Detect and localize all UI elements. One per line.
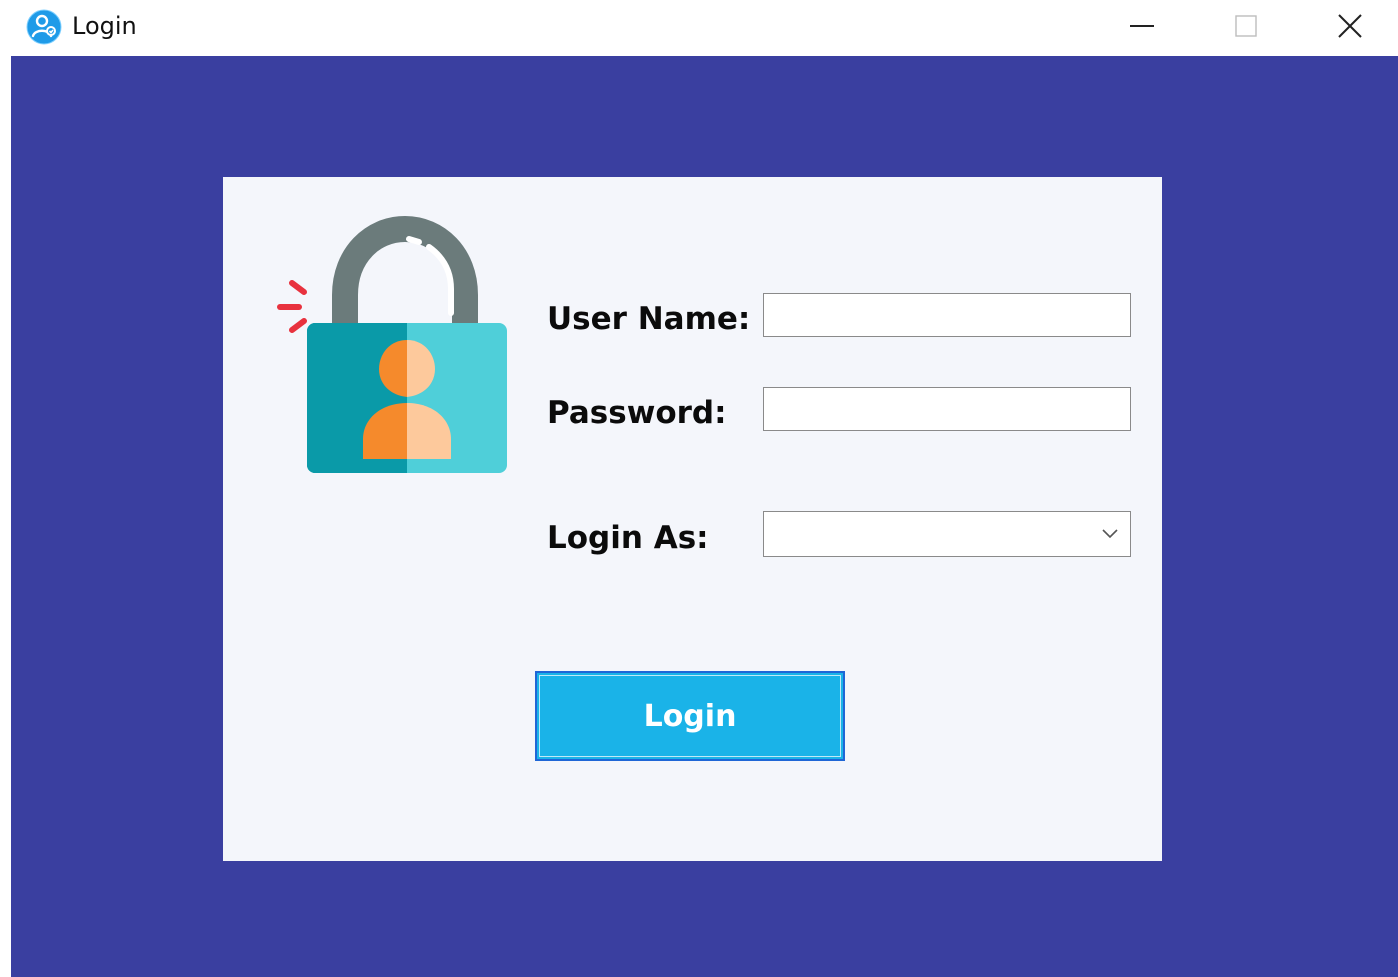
- window-title: Login: [72, 12, 137, 40]
- login-window: Login User Name: Password: Login As: Log…: [0, 0, 1398, 977]
- username-label: User Name:: [547, 301, 751, 337]
- close-button[interactable]: [1298, 0, 1398, 52]
- minimize-icon: [1130, 25, 1154, 27]
- login-button-label: Login: [643, 698, 737, 734]
- form-background: User Name: Password: Login As: Login: [11, 56, 1398, 977]
- login-panel: User Name: Password: Login As: Login: [223, 177, 1162, 861]
- login-as-dropdown[interactable]: [763, 511, 1131, 557]
- user-circle-icon: [26, 9, 62, 45]
- password-input[interactable]: [763, 387, 1131, 431]
- login-as-label: Login As:: [547, 520, 709, 556]
- chevron-down-icon: [1100, 524, 1120, 544]
- minimize-button[interactable]: [1090, 0, 1194, 52]
- padlock-user-icon: [277, 215, 507, 473]
- login-button[interactable]: Login: [535, 671, 845, 761]
- close-icon: [1338, 14, 1362, 38]
- maximize-icon: [1235, 15, 1257, 37]
- username-input[interactable]: [763, 293, 1131, 337]
- title-bar[interactable]: Login: [0, 0, 1398, 56]
- maximize-button[interactable]: [1194, 0, 1298, 52]
- password-label: Password:: [547, 395, 727, 431]
